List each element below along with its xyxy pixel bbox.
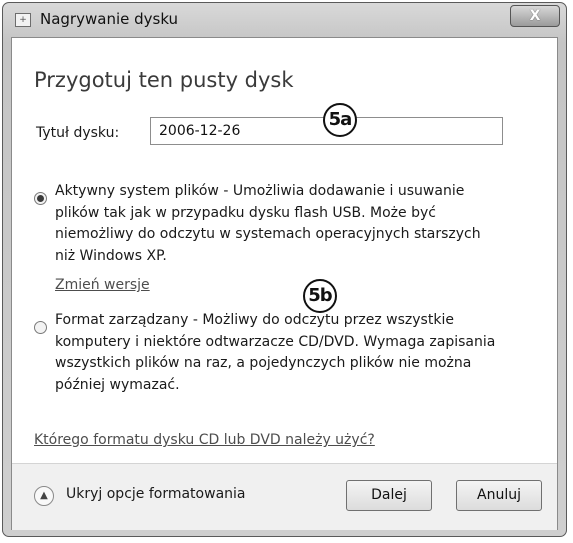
option-line: komputery i niektóre odtwarzacze CD/DVD.… <box>55 333 496 350</box>
option-line: później wymazać. <box>55 376 180 393</box>
disc-title-label: Tytuł dysku: <box>36 125 120 141</box>
option-live-file-system[interactable]: Aktywny system plików - Umożliwia dodawa… <box>55 181 481 267</box>
option-mastered-format[interactable]: Format zarządzany - Możliwy do odczytu p… <box>55 310 495 396</box>
callout-badge-5b: 5b <box>303 279 337 313</box>
hide-formatting-options-label[interactable]: Ukryj opcje formatowania <box>66 486 245 502</box>
option-line: Format zarządzany - Możliwy do odczytu p… <box>55 312 454 328</box>
title-bar[interactable]: + Nagrywanie dysku X <box>3 3 566 37</box>
option-line: niemożliwy do odczytu w systemach operac… <box>55 226 481 242</box>
option-line: plików tak jak w przypadku dysku flash U… <box>55 204 436 221</box>
burn-disc-dialog: + Nagrywanie dysku X Przygotuj ten pusty… <box>2 2 567 537</box>
help-format-link[interactable]: Którego formatu dysku CD lub DVD należy … <box>34 432 375 448</box>
callout-badge-5a: 5a <box>323 103 357 137</box>
next-button[interactable]: Dalej <box>346 480 432 511</box>
option-line: wszystkich plików na raz, a pojedynczych… <box>55 355 472 371</box>
burn-disc-icon: + <box>15 13 31 27</box>
option-line: niż Windows XP. <box>55 247 167 264</box>
page-title: Przygotuj ten pusty dysk <box>34 68 294 92</box>
option-line: Aktywny system plików - Umożliwia dodawa… <box>55 183 465 199</box>
chevron-up-icon[interactable]: ▲ <box>34 486 54 506</box>
cancel-button[interactable]: Anuluj <box>456 480 542 511</box>
close-button[interactable]: X <box>510 5 560 27</box>
dialog-content: Przygotuj ten pusty dysk Tytuł dysku: Ak… <box>11 37 558 530</box>
change-version-link[interactable]: Zmień wersje <box>55 277 150 293</box>
radio-live-file-system[interactable] <box>34 192 47 205</box>
radio-mastered-format[interactable] <box>34 321 47 334</box>
window-title: Nagrywanie dysku <box>40 10 179 28</box>
dialog-footer: ▲ Ukryj opcje formatowania Dalej Anuluj <box>12 463 557 530</box>
